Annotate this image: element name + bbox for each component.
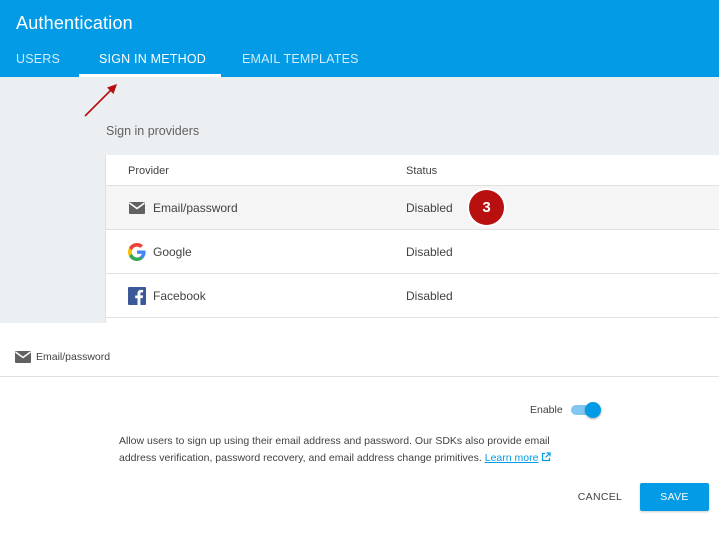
annotation-arrow-icon [84, 84, 117, 117]
facebook-icon [128, 287, 146, 305]
provider-row-email[interactable]: Email/password Disabled [106, 186, 719, 230]
app-header: Authentication USERS SIGN IN METHOD EMAI… [0, 0, 719, 77]
provider-status: Disabled [406, 201, 453, 215]
column-header-provider: Provider [128, 165, 169, 177]
toggle-thumb [585, 402, 601, 418]
mail-icon [129, 202, 145, 214]
page-title: Authentication [16, 13, 133, 33]
cancel-button[interactable]: CANCEL [566, 483, 634, 511]
google-icon [128, 243, 146, 261]
provider-status: Disabled [406, 289, 453, 303]
enable-label: Enable [530, 404, 563, 416]
provider-status: Disabled [406, 245, 453, 259]
table-header: Provider Status [106, 155, 719, 186]
description-text: Allow users to sign up using their email… [119, 433, 589, 467]
callout-badge-3: 3 [469, 190, 504, 225]
section-title: Sign in providers [106, 124, 200, 138]
panel-header: Email/password [0, 323, 719, 377]
panel-title: Email/password [36, 351, 111, 363]
mail-icon [15, 351, 31, 363]
tab-users[interactable]: USERS [16, 52, 60, 66]
providers-table: Provider Status Email/password Disabled … [105, 155, 719, 323]
provider-row-google[interactable]: Google Disabled [106, 230, 719, 274]
column-header-status: Status [406, 165, 438, 177]
provider-name: Google [153, 245, 192, 259]
save-button[interactable]: SAVE [640, 483, 709, 511]
provider-config-panel: Email/password Enable Allow users to sig… [0, 323, 719, 543]
tab-email-templates[interactable]: EMAIL TEMPLATES [242, 52, 359, 66]
provider-name: Email/password [153, 201, 238, 215]
learn-more-link[interactable]: Learn more [485, 452, 539, 464]
enable-toggle[interactable] [571, 402, 601, 418]
provider-row-facebook[interactable]: Facebook Disabled [106, 274, 719, 318]
external-link-icon[interactable] [541, 452, 552, 462]
provider-name: Facebook [153, 289, 206, 303]
tab-sign-in-method[interactable]: SIGN IN METHOD [99, 52, 206, 66]
